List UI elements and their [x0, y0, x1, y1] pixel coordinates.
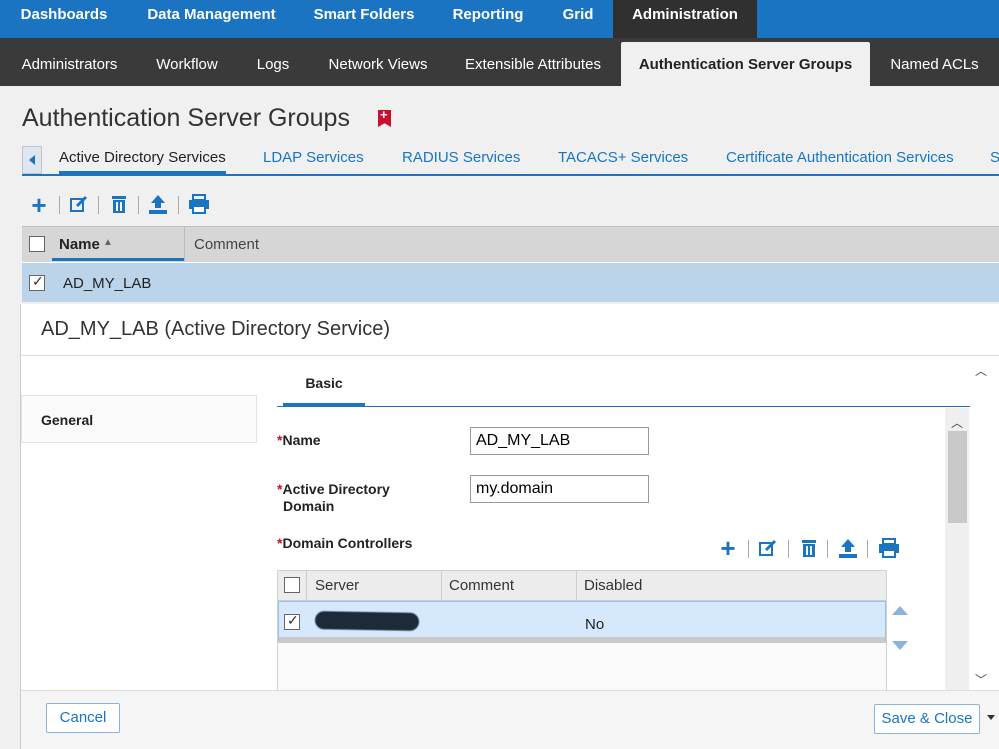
- domain-controllers-label: *Domain Controllers: [277, 535, 413, 551]
- column-divider: [576, 571, 577, 601]
- column-divider: [441, 571, 442, 601]
- name-column-header[interactable]: Name ▲: [52, 227, 184, 261]
- top-nav: Dashboards Data Management Smart Folders…: [0, 0, 999, 38]
- left-nav-general-label: General: [41, 412, 94, 428]
- cancel-button[interactable]: Cancel: [46, 703, 120, 733]
- inner-scrollbar-thumb[interactable]: [948, 431, 967, 523]
- row-checkbox[interactable]: [29, 273, 45, 291]
- sub-nav-named-acls[interactable]: Named ACLs: [870, 38, 999, 86]
- dc-edit-icon[interactable]: [757, 538, 779, 560]
- top-nav-administration[interactable]: Administration: [613, 0, 757, 38]
- disabled-column-label[interactable]: Disabled: [584, 571, 642, 601]
- top-nav-grid[interactable]: Grid: [543, 0, 613, 38]
- export-icon[interactable]: [147, 193, 169, 215]
- domain-field[interactable]: [470, 475, 649, 503]
- select-all-checkbox[interactable]: [29, 236, 45, 252]
- comment-column-label[interactable]: Comment: [449, 571, 514, 601]
- toolbar-divider: [59, 196, 60, 214]
- inner-scroll-up-icon[interactable]: ︿: [951, 417, 963, 429]
- sub-nav-authentication-server-groups[interactable]: Authentication Server Groups: [621, 42, 870, 86]
- sort-ascending-icon: ▲: [103, 237, 113, 248]
- toolbar-divider: [98, 196, 99, 214]
- scroll-up-icon[interactable]: ︿: [975, 365, 987, 377]
- top-nav-dashboards[interactable]: Dashboards: [0, 0, 128, 38]
- dc-select-all-checkbox[interactable]: [284, 577, 300, 593]
- domain-controllers-table: Server Comment Disabled No: [277, 570, 887, 694]
- top-nav-reporting[interactable]: Reporting: [433, 0, 543, 38]
- add-icon[interactable]: +: [28, 192, 50, 218]
- scroll-down-icon[interactable]: ﹀: [975, 674, 987, 686]
- dc-row-disabled: No: [585, 616, 605, 633]
- sub-nav: Administrators Workflow Logs Network Vie…: [0, 38, 999, 86]
- dialog-footer: Cancel Save & Close: [21, 690, 999, 749]
- toolbar-divider: [138, 196, 139, 214]
- edit-icon[interactable]: [68, 194, 90, 216]
- sub-nav-network-views[interactable]: Network Views: [311, 38, 445, 86]
- top-nav-data-management[interactable]: Data Management: [128, 0, 295, 38]
- name-column-label: Name: [59, 236, 100, 253]
- dc-export-icon[interactable]: [837, 537, 859, 559]
- toolbar-divider: [867, 540, 868, 558]
- name-field[interactable]: [470, 427, 649, 455]
- sub-nav-extensible-attributes[interactable]: Extensible Attributes: [445, 38, 621, 86]
- column-divider: [184, 227, 185, 263]
- tab-active-directory-services[interactable]: Active Directory Services: [59, 144, 226, 174]
- tab-radius-services[interactable]: RADIUS Services: [402, 144, 520, 174]
- row-name: AD_MY_LAB: [63, 275, 152, 292]
- server-column-label[interactable]: Server: [315, 571, 359, 601]
- tab-basic[interactable]: Basic: [283, 368, 365, 406]
- sub-nav-workflow[interactable]: Workflow: [139, 38, 235, 86]
- toolbar-divider: [178, 196, 179, 214]
- left-nav-general[interactable]: General: [21, 395, 257, 443]
- sub-nav-logs[interactable]: Logs: [235, 38, 311, 86]
- move-up-icon[interactable]: [892, 606, 908, 615]
- print-icon[interactable]: [188, 194, 210, 216]
- delete-icon[interactable]: [108, 194, 130, 216]
- toolbar-divider: [788, 540, 789, 558]
- domain-label: *Active Directory Domain: [277, 481, 390, 514]
- dialog-title: AD_MY_LAB (Active Directory Service): [41, 318, 390, 340]
- comment-column-label[interactable]: Comment: [194, 236, 259, 253]
- save-close-button[interactable]: Save & Close: [874, 704, 980, 734]
- dc-add-icon[interactable]: +: [717, 535, 739, 561]
- redacted-server: [314, 611, 420, 631]
- edit-dialog: AD_MY_LAB (Active Directory Service) Gen…: [20, 304, 999, 749]
- tab-more[interactable]: S: [990, 144, 999, 174]
- table-row[interactable]: No: [278, 601, 886, 643]
- move-down-icon[interactable]: [892, 641, 908, 650]
- dc-row-checkbox[interactable]: [284, 612, 300, 630]
- name-label: *Name: [277, 432, 321, 448]
- outer-scrollbar[interactable]: ︿ ﹀: [968, 356, 994, 694]
- sub-nav-administrators[interactable]: Administrators: [0, 38, 139, 86]
- tab-certificate-authentication-services[interactable]: Certificate Authentication Services: [726, 144, 954, 174]
- tab-scroll-left-icon[interactable]: [22, 146, 42, 174]
- tab-tacacs-services[interactable]: TACACS+ Services: [558, 144, 688, 174]
- page-title: Authentication Server Groups: [22, 104, 350, 132]
- bookmark-icon[interactable]: [378, 110, 391, 127]
- tab-underline: [277, 406, 970, 407]
- toolbar-divider: [748, 540, 749, 558]
- top-nav-smart-folders[interactable]: Smart Folders: [295, 0, 433, 38]
- dc-print-icon[interactable]: [878, 538, 900, 560]
- dc-table-header: Server Comment Disabled: [278, 571, 886, 601]
- dc-delete-icon[interactable]: [798, 538, 820, 560]
- column-divider: [306, 571, 307, 601]
- service-tabs: Active Directory Services LDAP Services …: [22, 144, 999, 176]
- table-row[interactable]: AD_MY_LAB: [22, 262, 999, 302]
- toolbar-divider: [827, 540, 828, 558]
- dialog-header: AD_MY_LAB (Active Directory Service): [21, 304, 999, 356]
- save-options-chevron-down-icon[interactable]: [987, 715, 995, 720]
- tab-ldap-services[interactable]: LDAP Services: [263, 144, 364, 174]
- grid-header: Name ▲ Comment: [22, 226, 999, 263]
